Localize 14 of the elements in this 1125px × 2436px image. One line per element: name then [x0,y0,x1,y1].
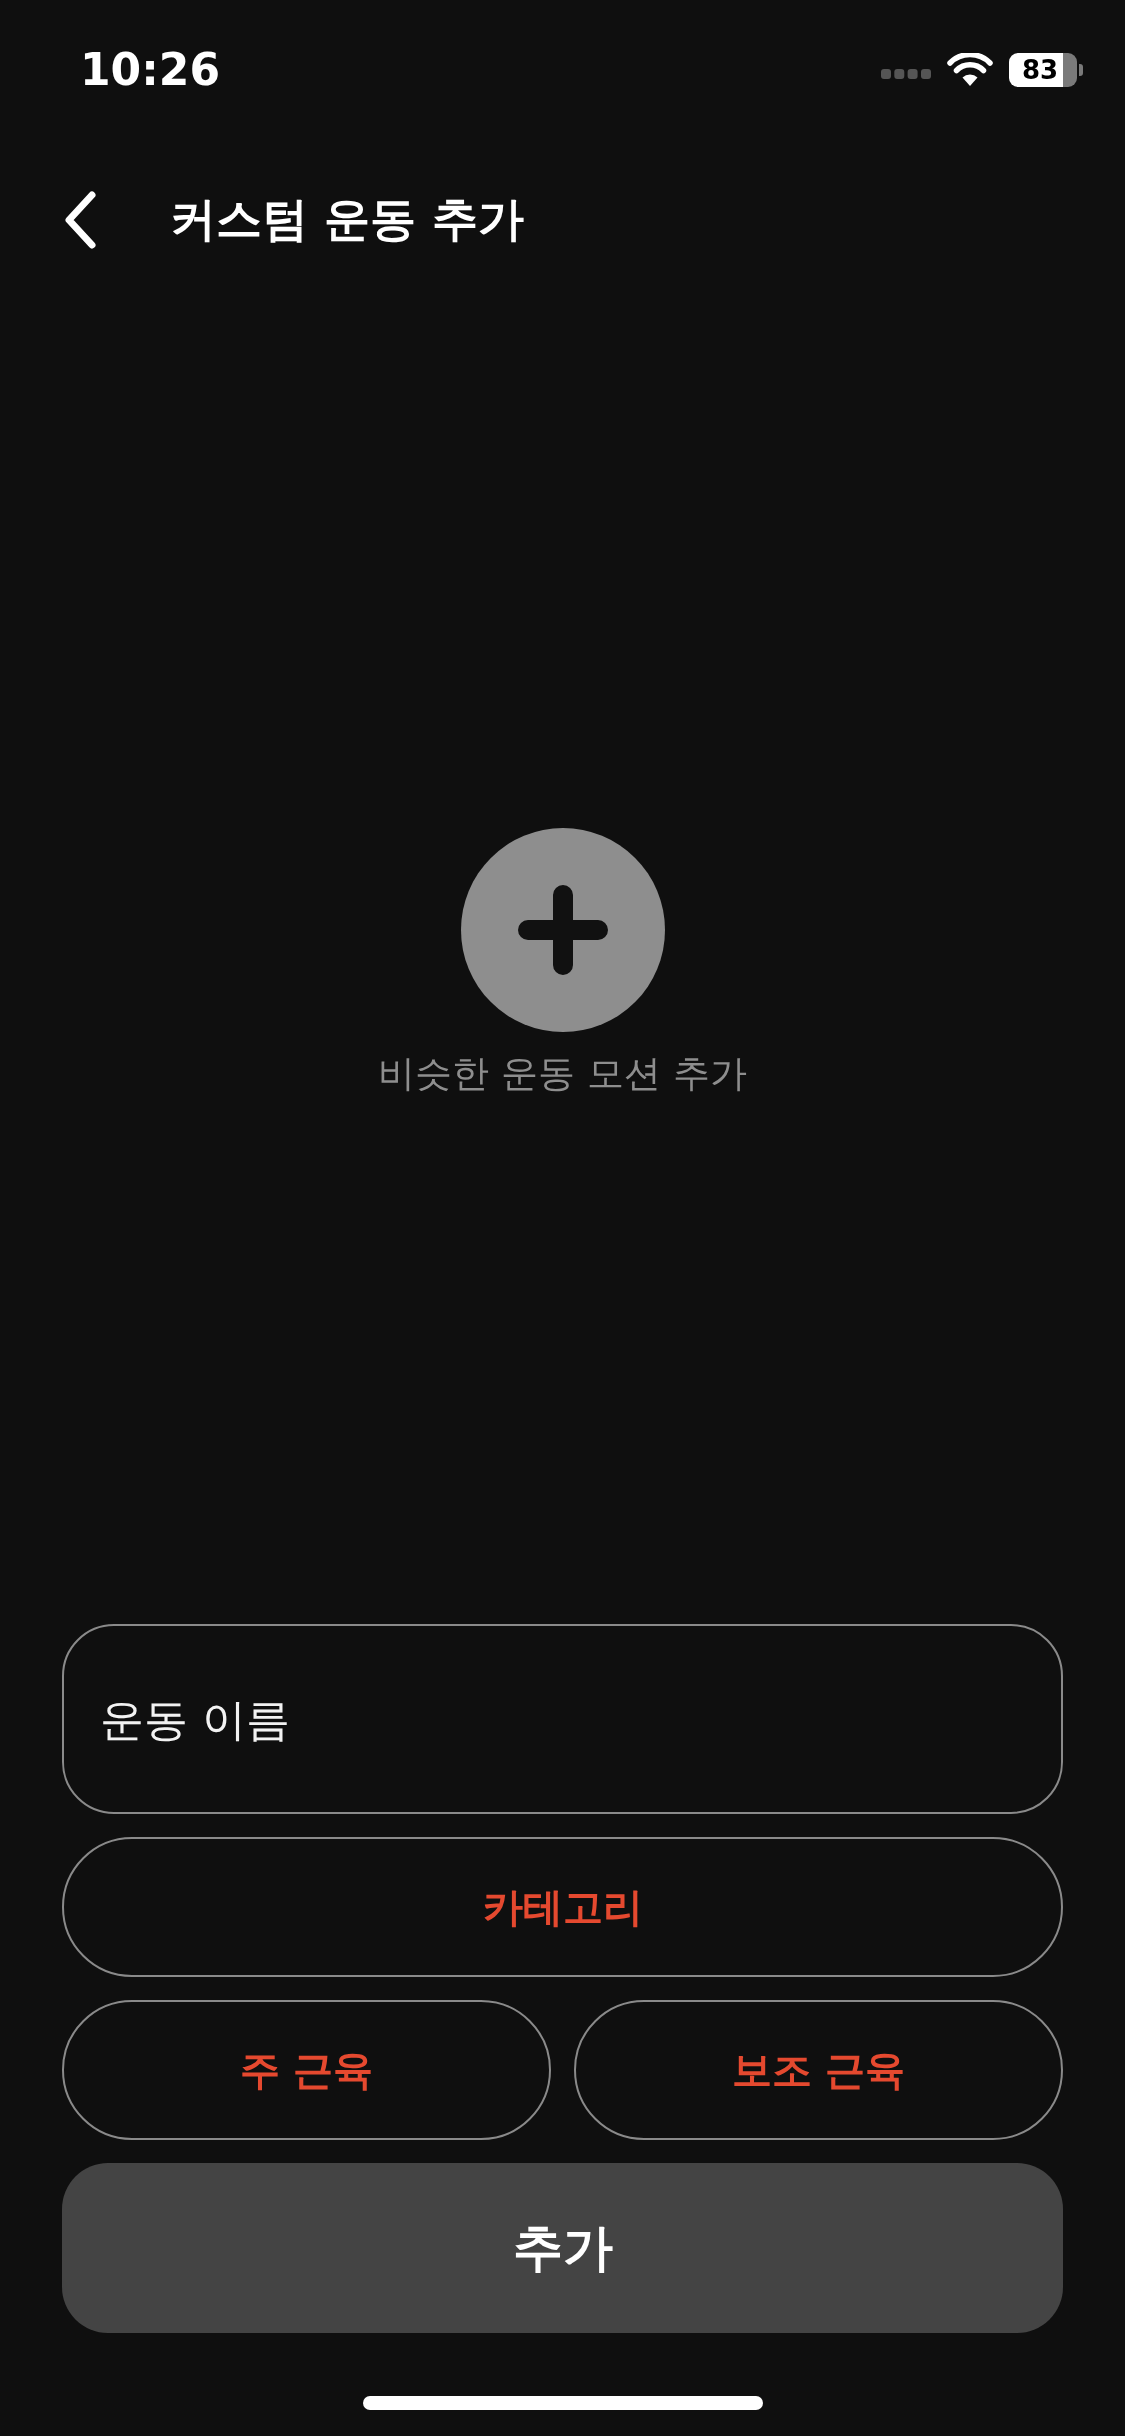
wifi-icon [947,53,993,87]
plus-icon [517,884,608,975]
back-button[interactable] [62,190,98,250]
muscle-button[interactable]: 주 근육 [62,2000,551,2140]
muscle-button[interactable]: 보조 근육 [574,2000,1063,2140]
add-motion-label: 비슷한 운동 모션 추가 [378,1051,747,1097]
status-time: 10:26 [80,48,221,92]
signal-icon [881,69,931,79]
battery-indicator: 83 [1009,53,1083,87]
exercise-name-field[interactable]: 운동 이름 [62,1624,1063,1814]
chevron-left-icon [62,190,98,250]
page-title: 커스텀 운동 추가 [170,192,525,248]
add-button[interactable]: 추가 [62,2163,1063,2333]
category-button[interactable]: 카테고리 [62,1837,1063,1977]
